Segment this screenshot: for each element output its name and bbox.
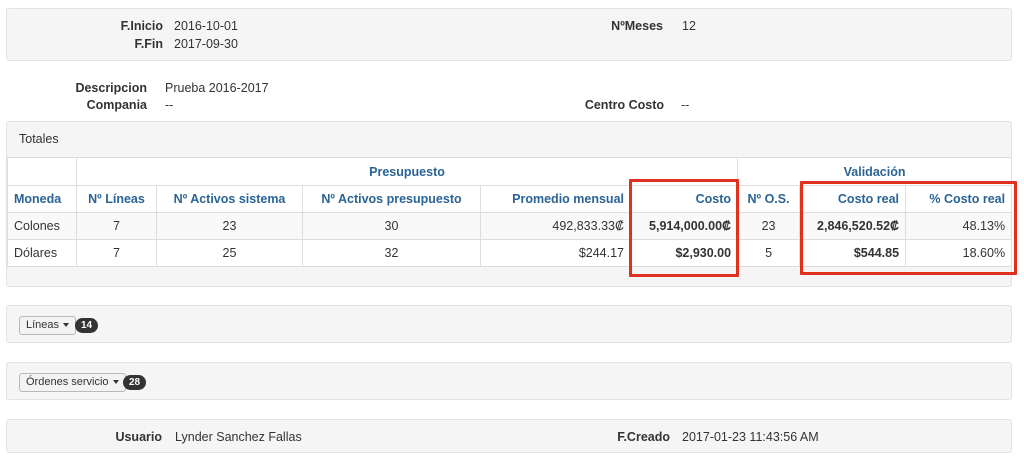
cell-costo-real: 2,846,520.52₡ (799, 212, 907, 240)
centro-costo-label: Centro Costo (584, 98, 664, 112)
group-presupuesto: Presupuesto (75, 157, 739, 186)
descripcion-label: Descripcion (75, 81, 147, 95)
col-moneda: Moneda (7, 185, 77, 213)
footer-panel: Usuario Lynder Sanchez Fallas F.Creado 2… (6, 419, 1012, 453)
f-inicio-value: 2016-10-01 (174, 19, 238, 33)
f-fin-value: 2017-09-30 (174, 37, 238, 51)
cell-activos-sistema: 23 (156, 212, 303, 240)
cell-moneda: Colones (7, 212, 77, 240)
cell-costo: $2,930.00 (629, 239, 739, 267)
fcreado-value: 2017-01-23 11:43:56 AM (682, 430, 819, 444)
cell-os: 5 (737, 239, 801, 267)
meses-label: NºMeses (611, 19, 663, 33)
col-costo: Costo (629, 185, 739, 213)
lineas-count-badge: 14 (75, 318, 99, 333)
lineas-dropdown-button[interactable]: Líneas (19, 316, 77, 335)
col-activos-presupuesto: Nº Activos presupuesto (302, 185, 481, 213)
col-activos-sistema: Nº Activos sistema (156, 185, 303, 213)
col-costo-real: Costo real (799, 185, 907, 213)
totales-table: Presupuesto Validación Moneda Nº Líneas … (7, 157, 1013, 267)
cell-lineas: 7 (76, 239, 157, 267)
col-os: Nº O.S. (737, 185, 801, 213)
fcreado-label: F.Creado (617, 430, 670, 444)
usuario-label: Usuario (115, 430, 162, 444)
group-empty (7, 157, 77, 186)
table-row: Colones 7 23 30 492,833.33₡ 5,914,000.00… (7, 212, 1013, 240)
totales-panel: Totales Presupuesto Validación Moneda Nº… (6, 121, 1013, 287)
cell-pct-costo-real: 18.60% (905, 239, 1013, 267)
lineas-panel: Líneas 14 (6, 305, 1012, 343)
lineas-label: Líneas (26, 319, 60, 331)
usuario-value: Lynder Sanchez Fallas (175, 430, 302, 444)
cell-promedio-mensual: 492,833.33₡ (480, 212, 631, 240)
compania-label: Compania (86, 98, 147, 112)
cell-costo: 5,914,000.00₡ (629, 212, 739, 240)
col-lineas: Nº Líneas (76, 185, 157, 213)
cell-lineas: 7 (76, 212, 157, 240)
col-promedio-mensual: Promedio mensual (480, 185, 631, 213)
col-pct-costo-real: % Costo real (905, 185, 1013, 213)
cell-costo-real: $544.85 (799, 239, 907, 267)
cell-moneda: Dólares (7, 239, 77, 267)
cell-activos-sistema: 25 (156, 239, 303, 267)
table-row: Dólares 7 25 32 $244.17 $2,930.00 5 $544… (7, 239, 1013, 267)
totales-title: Totales (19, 132, 59, 146)
cell-activos-presupuesto: 30 (302, 212, 481, 240)
centro-costo-value: -- (681, 98, 690, 112)
cell-activos-presupuesto: 32 (302, 239, 481, 267)
ordenes-label: Órdenes servicio (26, 376, 109, 388)
cell-pct-costo-real: 48.13% (905, 212, 1013, 240)
period-panel: F.Inicio 2016-10-01 F.Fin 2017-09-30 NºM… (6, 8, 1012, 61)
ordenes-panel: Órdenes servicio 28 (6, 362, 1012, 400)
compania-value: -- (165, 98, 174, 112)
caret-down-icon (63, 323, 70, 328)
cell-promedio-mensual: $244.17 (480, 239, 631, 267)
group-validacion: Validación (737, 157, 1013, 186)
f-fin-label: F.Fin (134, 37, 163, 51)
caret-down-icon (112, 380, 119, 385)
meses-value: 12 (682, 19, 696, 33)
f-inicio-label: F.Inicio (120, 19, 163, 33)
ordenes-count-badge: 28 (123, 375, 147, 390)
cell-os: 23 (737, 212, 801, 240)
ordenes-dropdown-button[interactable]: Órdenes servicio (19, 373, 126, 392)
descripcion-value: Prueba 2016-2017 (165, 81, 269, 95)
